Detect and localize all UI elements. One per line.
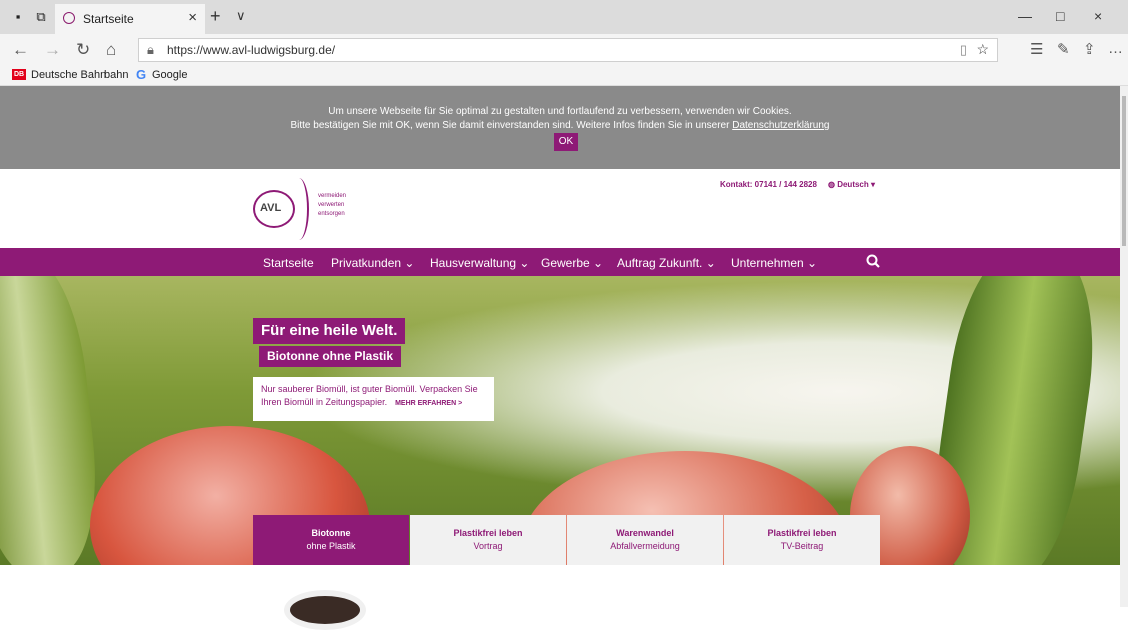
- card-title: Warenwandel: [616, 528, 674, 538]
- favorites-bar: DB Deutsche Bahn bahn G Google: [0, 66, 1128, 86]
- more-icon[interactable]: …: [1108, 40, 1123, 57]
- search-icon[interactable]: [866, 253, 880, 271]
- window-restore-button[interactable]: □: [1056, 8, 1064, 24]
- card-plastikfrei-vortrag[interactable]: Plastikfrei leben Vortrag: [410, 515, 566, 565]
- back-icon[interactable]: ←: [12, 40, 29, 60]
- browser-tab-bar: ▪ ⧉ Startseite × + ∨ — □ ×: [0, 0, 1128, 34]
- card-biotonne[interactable]: Biotonne ohne Plastik: [253, 515, 409, 565]
- nav-unternehmen[interactable]: Unternehmen ⌄: [731, 256, 817, 270]
- address-toolbar: ← → ↻ ⌂ 🔒︎ https://www.avl-ludwigsburg.d…: [0, 34, 1128, 66]
- avatar: [284, 590, 366, 630]
- card-subtitle: Abfallvermeidung: [610, 541, 680, 551]
- favorite-deutsche-bahn[interactable]: Deutsche Bahn: [31, 69, 106, 81]
- new-tab-button[interactable]: +: [210, 6, 221, 27]
- tab-close-icon[interactable]: ×: [188, 9, 197, 26]
- favicon-icon: [63, 12, 75, 24]
- cookie-text-line1: Um unsere Webseite für Sie optimal zu ge…: [328, 106, 792, 117]
- hero-subheadline: Biotonne ohne Plastik: [259, 346, 402, 367]
- hero-headline: Für eine heile Welt.: [253, 318, 406, 344]
- card-warenwandel[interactable]: Warenwandel Abfallvermeidung: [567, 515, 723, 565]
- privacy-link[interactable]: Datenschutzerklärung: [732, 120, 829, 131]
- card-plastikfrei-tv[interactable]: Plastikfrei leben TV-Beitrag: [724, 515, 880, 565]
- language-selector[interactable]: ◍ Deutsch ▾: [828, 180, 875, 189]
- lock-icon: 🔒︎: [147, 42, 154, 57]
- scrollbar-thumb[interactable]: [1122, 96, 1126, 246]
- site-header: [0, 169, 1120, 248]
- card-subtitle: Vortrag: [473, 541, 503, 551]
- card-title: Biotonne: [311, 528, 351, 538]
- refresh-icon[interactable]: ↻: [76, 40, 90, 60]
- main-nav: Startseite Privatkunden ⌄ Hausverwaltung…: [0, 248, 1120, 276]
- hero-teaser: Nur sauberer Biomüll, ist guter Biomüll.…: [253, 377, 494, 421]
- card-title: Plastikfrei leben: [453, 528, 523, 538]
- tagline-3: entsorgen: [318, 211, 345, 217]
- nav-hausverwaltung[interactable]: Hausverwaltung ⌄: [430, 256, 529, 270]
- tab-preview-icon[interactable]: ⧉: [33, 9, 49, 25]
- teaser-line2: Ihren Biomüll in Zeitungspapier. MEHR ERF…: [261, 396, 486, 410]
- home-icon[interactable]: ⌂: [106, 40, 116, 60]
- pen-icon[interactable]: ✎: [1057, 40, 1070, 58]
- teaser-line1: Nur sauberer Biomüll, ist guter Biomüll.…: [261, 384, 478, 394]
- card-title: Plastikfrei leben: [767, 528, 837, 538]
- address-bar[interactable]: 🔒︎ https://www.avl-ludwigsburg.de/ ▯ ☆: [138, 38, 998, 62]
- logo-text: AVL: [260, 202, 282, 214]
- teaser-text: Ihren Biomüll in Zeitungspapier.: [261, 397, 388, 407]
- tagline-2: verwerten: [318, 202, 345, 208]
- page-scrollbar[interactable]: [1120, 86, 1128, 607]
- tab-list-icon[interactable]: ∨: [236, 8, 246, 24]
- tab-title: Startseite: [83, 12, 134, 26]
- google-logo-icon: G: [136, 67, 147, 82]
- nav-gewerbe[interactable]: Gewerbe ⌄: [541, 256, 603, 270]
- favorites-hub-icon[interactable]: ☰: [1030, 40, 1043, 58]
- window-menu-icon[interactable]: ▪: [10, 9, 26, 25]
- card-subtitle: TV-Beitrag: [780, 541, 824, 551]
- cookie-banner: Um unsere Webseite für Sie optimal zu ge…: [0, 86, 1120, 169]
- cookie-text: Bitte bestätigen Sie mit OK, wenn Sie da…: [290, 120, 730, 131]
- db-logo-icon: DB: [12, 69, 26, 80]
- nav-startseite[interactable]: Startseite: [263, 256, 314, 270]
- window-minimize-button[interactable]: —: [1018, 8, 1032, 24]
- more-link[interactable]: MEHR ERFAHREN >: [395, 400, 462, 407]
- tagline-1: vermeiden: [318, 193, 347, 199]
- nav-auftrag-zukunft[interactable]: Auftrag Zukunft. ⌄: [617, 256, 716, 270]
- forward-icon[interactable]: →: [44, 40, 61, 60]
- url-text: https://www.avl-ludwigsburg.de/: [167, 43, 336, 57]
- cookie-text-line2: Bitte bestätigen Sie mit OK, wenn Sie da…: [0, 120, 1120, 131]
- window-close-button[interactable]: ×: [1094, 8, 1102, 24]
- nav-privatkunden[interactable]: Privatkunden ⌄: [331, 256, 414, 270]
- share-icon[interactable]: ⇪: [1083, 40, 1096, 58]
- contact-link[interactable]: Kontakt: 07141 / 144 2828: [720, 180, 817, 189]
- globe-icon: ◍: [828, 180, 838, 189]
- browser-tab[interactable]: Startseite ×: [55, 4, 205, 34]
- favorite-bahn[interactable]: bahn: [104, 69, 128, 81]
- favorite-star-icon[interactable]: ☆: [976, 41, 989, 58]
- favorite-google[interactable]: Google: [152, 69, 187, 81]
- cookie-ok-button[interactable]: OK: [554, 133, 578, 151]
- logo-arc: [289, 178, 309, 240]
- card-subtitle: ohne Plastik: [306, 541, 356, 551]
- language-label: Deutsch ▾: [837, 180, 876, 189]
- reading-view-icon[interactable]: ▯: [960, 42, 967, 58]
